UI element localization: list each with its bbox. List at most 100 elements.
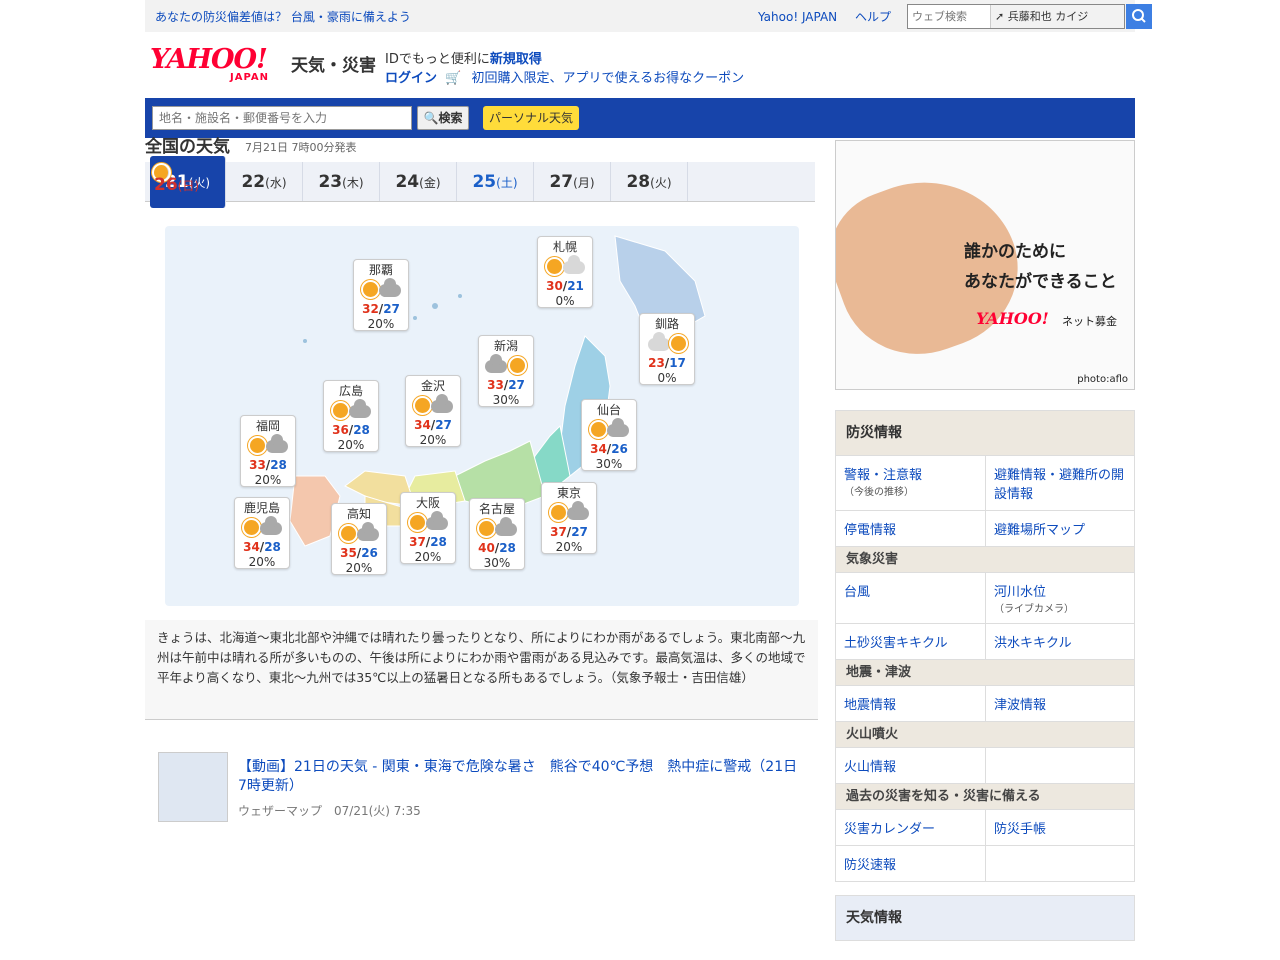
web-search-box: ➚ 兵藤和也 カイジ <box>907 4 1152 29</box>
city-name: 那覇 <box>368 263 393 277</box>
coupon-link[interactable]: 初回購入限定、アプリで使えるお得なクーポン <box>471 71 744 86</box>
link-disaster-alerts[interactable]: 防災速報 <box>836 846 985 881</box>
news-thumbnail[interactable] <box>158 752 228 822</box>
rain-chance: 30% <box>483 556 511 570</box>
logo-text: YAHOO! <box>150 44 268 75</box>
link-label: 台風 <box>844 585 871 600</box>
sunny-cloudy-icon <box>354 278 408 301</box>
link-tsunami[interactable]: 津波情報 <box>985 686 1134 721</box>
city-name: 札幌 <box>552 240 577 254</box>
tab-weekday: (月) <box>573 176 595 190</box>
city-kochi[interactable]: 高知 35/26 20% <box>331 503 387 575</box>
tab-weekday: (木) <box>342 176 364 190</box>
temp-high: 34 <box>590 442 607 456</box>
city-niigata[interactable]: 新潟 33/27 30% <box>478 335 534 407</box>
tab-day: 22 <box>241 172 266 192</box>
city-tokyo[interactable]: 東京 37/27 20% <box>541 482 597 554</box>
link-disaster-calendar[interactable]: 災害カレンダー <box>836 810 985 845</box>
web-search-button[interactable] <box>1126 4 1152 29</box>
personal-weather-button[interactable]: パーソナル天気 <box>483 106 579 130</box>
ad-brand: YAHOO! <box>976 309 1049 328</box>
city-hiroshima[interactable]: 広島 36/28 20% <box>323 380 379 452</box>
donation-ad[interactable]: 誰かのために あなたができること YAHOO! ネット募金 photo:aflo <box>835 140 1135 390</box>
tab-day-24[interactable]: 24(金) <box>380 162 457 201</box>
tab-day-22[interactable]: 22(水) <box>226 162 303 201</box>
news-meta: ウェザーマップ 07/21(火) 7:35 <box>238 804 421 818</box>
link-earthquake[interactable]: 地震情報 <box>836 686 985 721</box>
city-kanazawa[interactable]: 金沢 34/27 20% <box>405 375 461 447</box>
yahoo-logo[interactable]: YAHOO! JAPAN <box>150 46 290 86</box>
tab-day-27[interactable]: 27(月) <box>534 162 611 201</box>
tab-day: 25 <box>472 172 497 192</box>
link-landslide[interactable]: 土砂災害キキクル <box>836 624 985 659</box>
cloudy-sunny-icon <box>640 332 694 355</box>
link-flood[interactable]: 洪水キキクル <box>985 624 1134 659</box>
link-power-outage[interactable]: 停電情報 <box>836 511 985 546</box>
temp-low: 28 <box>270 458 287 472</box>
rain-chance: 0% <box>657 371 677 385</box>
city-naha[interactable]: 那覇 32/27 20% <box>353 259 409 331</box>
city-sendai[interactable]: 仙台 34/26 30% <box>581 399 637 471</box>
temp-high: 32 <box>362 302 379 316</box>
rain-chance: 20% <box>254 473 282 487</box>
sunny-cloudy-icon <box>582 418 636 441</box>
link-disaster-handbook[interactable]: 防災手帳 <box>985 810 1134 845</box>
id-promo: IDでもっと便利に新規取得 <box>385 48 542 67</box>
tab-weekday: (日) <box>177 179 200 193</box>
tab-day-26[interactable]: 26(日) <box>154 165 199 195</box>
location-search-input[interactable] <box>152 106 412 130</box>
tab-day-28[interactable]: 28(火) <box>611 162 688 201</box>
news-title[interactable]: 【動画】21日の天気 - 関東・東海で危険な暑さ 熊谷で40℃予想 熱中症に警戒… <box>238 758 798 796</box>
ad-photo-credit: photo:aflo <box>1077 374 1128 385</box>
link-label: 河川水位 <box>994 585 1047 600</box>
yahoo-japan-link[interactable]: Yahoo! JAPAN <box>758 10 837 24</box>
rain-chance: 30% <box>492 393 520 407</box>
link-volcano[interactable]: 火山情報 <box>836 748 985 783</box>
rain-chance: 20% <box>555 540 583 554</box>
link-label: 避難情報・避難所の開設情報 <box>994 468 1125 502</box>
temp-high: 37 <box>409 535 426 549</box>
temp-low: 17 <box>669 356 686 370</box>
link-river-level[interactable]: 河川水位 （ライブカメラ） <box>985 573 1134 623</box>
tab-day: 26 <box>154 175 178 195</box>
signup-link[interactable]: 新規取得 <box>490 52 542 67</box>
promo-link[interactable]: あなたの防災偏差値は？ 台風・豪雨に備えよう <box>155 8 411 25</box>
ad-line2: あなたができること <box>964 272 1117 292</box>
empty-cell <box>985 748 1134 783</box>
city-name: 東京 <box>556 486 581 500</box>
help-link[interactable]: ヘルプ <box>855 10 891 24</box>
service-name[interactable]: 天気・災害 <box>291 51 376 76</box>
link-typhoon[interactable]: 台風 <box>836 573 985 623</box>
tab-day-23[interactable]: 23(木) <box>303 162 380 201</box>
login-link[interactable]: ログイン <box>385 71 437 86</box>
sunny-cloudy-icon <box>235 516 289 539</box>
tab-day: 23 <box>318 172 343 192</box>
location-search-button[interactable]: 🔍検索 <box>417 106 469 130</box>
section-title: 全国の天気 <box>145 137 230 157</box>
city-sapporo[interactable]: 札幌 30/21 0% <box>537 236 593 308</box>
city-osaka[interactable]: 大阪 37/28 20% <box>400 492 456 564</box>
panel-title: 防災情報 <box>836 411 1134 455</box>
city-fukuoka[interactable]: 福岡 33/28 20% <box>240 415 296 487</box>
city-nagoya[interactable]: 名古屋 40/28 30% <box>469 498 525 570</box>
search-suggestion[interactable]: ➚ 兵藤和也 カイジ <box>990 5 1124 28</box>
temp-low: 28 <box>264 540 281 554</box>
link-warnings[interactable]: 警報・注意報 （今後の推移） <box>836 456 985 510</box>
city-kushiro[interactable]: 釧路 23/17 0% <box>639 313 695 385</box>
top-links: Yahoo! JAPAN ヘルプ <box>758 8 905 25</box>
city-name: 釧路 <box>654 317 679 331</box>
temp-high: 35 <box>340 546 357 560</box>
rain-chance: 20% <box>248 555 276 569</box>
sunny-cloudy-icon <box>324 399 378 422</box>
tab-day-25[interactable]: 25(土) <box>457 162 534 201</box>
link-evacuation-map[interactable]: 避難場所マップ <box>985 511 1134 546</box>
temp-low: 26 <box>361 546 378 560</box>
city-name: 広島 <box>338 384 363 398</box>
temp-low: 27 <box>571 525 588 539</box>
link-evacuation[interactable]: 避難情報・避難所の開設情報 <box>985 456 1134 510</box>
date-tabs: 21(火) 22(水) 23(木) 24(金) 25(土) 26(日) 27(月… <box>145 156 815 208</box>
city-kagoshima[interactable]: 鹿児島 34/28 20% <box>234 497 290 569</box>
city-name: 名古屋 <box>478 502 515 516</box>
city-name: 大阪 <box>415 496 440 510</box>
web-search-input[interactable] <box>908 5 990 28</box>
